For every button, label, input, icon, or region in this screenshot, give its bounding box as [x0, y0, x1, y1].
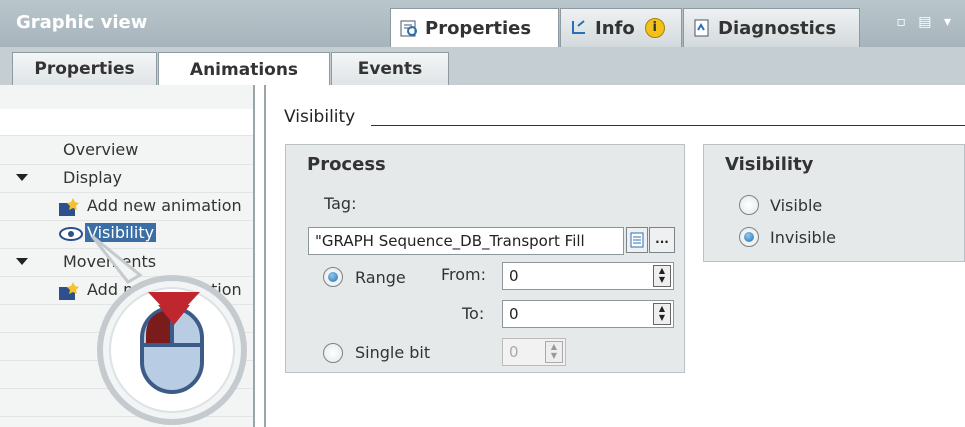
- subtab-properties[interactable]: Properties: [12, 52, 157, 85]
- diagnostics-icon: [692, 18, 712, 38]
- tree-item-label: Display: [63, 168, 122, 187]
- tree-item-label: Overview: [63, 140, 139, 159]
- tab-diagnostics-label: Diagnostics: [718, 17, 837, 39]
- process-panel: Process Tag: "GRAPH Sequence_DB_Transpor…: [285, 144, 685, 373]
- from-spinner[interactable]: ▲ ▼: [653, 265, 671, 287]
- section-divider: [371, 125, 965, 126]
- process-title: Process: [307, 154, 386, 175]
- to-field[interactable]: 0 ▲ ▼: [502, 300, 674, 328]
- subtab-bar: Properties Animations Events: [0, 47, 965, 87]
- invisible-label: Invisible: [770, 228, 836, 247]
- main-panel: Visibility Process Tag: "GRAPH Sequence_…: [266, 85, 965, 427]
- tree-item-label: Add new animation: [87, 196, 242, 215]
- single-bit-label: Single bit: [355, 343, 431, 362]
- invisible-radio[interactable]: [739, 227, 759, 247]
- mouse-click-callout-icon: [90, 234, 247, 425]
- from-field[interactable]: 0 ▲ ▼: [502, 262, 674, 290]
- tab-properties[interactable]: Properties: [390, 8, 559, 47]
- list-icon[interactable]: [626, 227, 648, 253]
- visibility-title: Visibility: [725, 154, 814, 175]
- to-spinner[interactable]: ▲ ▼: [653, 303, 671, 325]
- add-animation-icon: [57, 197, 81, 221]
- visible-radio[interactable]: [739, 195, 759, 215]
- single-bit-value: 0: [509, 343, 519, 361]
- single-bit-spinner[interactable]: ▲ ▼: [545, 341, 563, 363]
- range-radio[interactable]: [323, 267, 343, 287]
- info-arrows-icon: [569, 18, 589, 38]
- subtab-animations[interactable]: Animations: [158, 52, 330, 87]
- single-bit-field[interactable]: 0 ▲ ▼: [502, 338, 566, 366]
- tag-field[interactable]: "GRAPH Sequence_DB_Transport Fill: [308, 227, 624, 255]
- to-value: 0: [509, 305, 519, 323]
- tab-properties-label: Properties: [425, 17, 532, 39]
- tab-diagnostics[interactable]: Diagnostics: [683, 8, 860, 47]
- tab-info-label: Info: [595, 17, 635, 39]
- expand-arrow-icon[interactable]: [16, 258, 28, 265]
- visible-label: Visible: [770, 196, 823, 215]
- tree-spacer: [0, 109, 253, 136]
- info-icon: i: [644, 18, 665, 38]
- range-label: Range: [355, 268, 406, 287]
- single-bit-radio[interactable]: [323, 343, 343, 363]
- visibility-panel: Visibility Visible Invisible: [703, 144, 965, 262]
- tag-label: Tag:: [324, 194, 357, 213]
- browse-button[interactable]: ...: [649, 227, 675, 253]
- properties-icon: [399, 18, 419, 38]
- tree-item-overview[interactable]: Overview: [0, 136, 253, 165]
- subtab-events[interactable]: Events: [331, 52, 449, 85]
- tree-item-display[interactable]: Display: [0, 164, 253, 193]
- window-title: Graphic view: [16, 12, 148, 33]
- window-buttons[interactable]: ▫ ▤ ▾: [896, 14, 955, 30]
- from-label: From:: [441, 265, 487, 284]
- title-bar: Graphic view Properties Info i Diagnosti…: [0, 0, 965, 47]
- to-label: To:: [462, 304, 485, 323]
- tab-info[interactable]: Info i: [560, 8, 682, 47]
- from-value: 0: [509, 267, 519, 285]
- expand-arrow-icon[interactable]: [16, 174, 28, 181]
- section-title: Visibility: [284, 107, 356, 127]
- tree-item-add-animation[interactable]: Add new animation: [0, 192, 253, 221]
